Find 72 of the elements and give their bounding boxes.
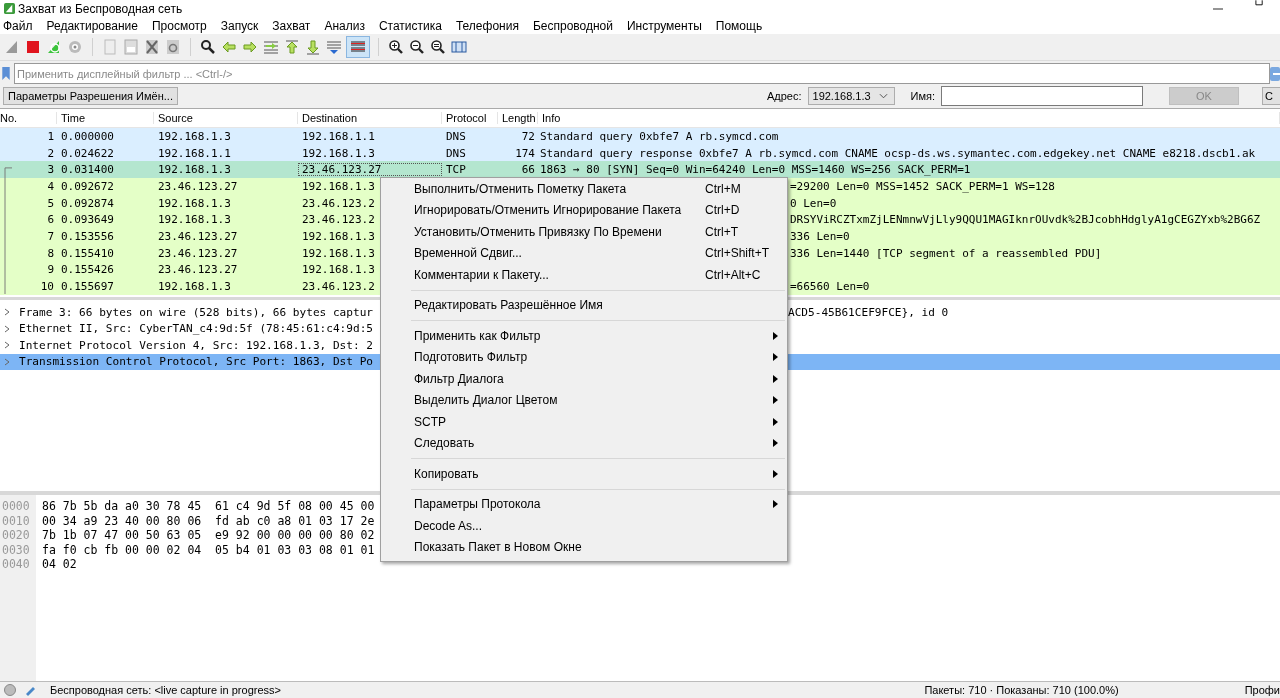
table-cell: 0.092672 (61, 179, 114, 193)
offset-label: 0030 (1, 542, 30, 557)
hex-bytes: 86 7b 5b da a0 30 78 45 61 c4 9d 5f 08 00 45 00 (42, 499, 375, 513)
table-cell: 4 (47, 179, 54, 193)
table-cell: 0 Len=0 (790, 196, 837, 210)
table-cell: 192.168.1.3 (302, 146, 375, 160)
table-cell: 23.46.123.27 (158, 263, 238, 277)
table-cell: 0.093649 (61, 213, 114, 227)
table-cell: 23.46.123.2 (302, 196, 375, 210)
hex-bytes: 04 02 (42, 557, 77, 571)
table-cell: 7 (47, 229, 54, 243)
table-cell: 0.024622 (61, 146, 114, 160)
table-cell: =66560 Len=0 (790, 280, 870, 294)
table-cell: 174 (515, 146, 535, 160)
address-label: Адрес: (766, 90, 802, 102)
table-cell: DNS (446, 146, 466, 160)
hex-bytes: fa f0 cb fb 00 00 02 04 05 b4 01 03 03 08 01 01 (42, 542, 375, 557)
offset-label: 0020 (1, 528, 30, 542)
table-cell: 9 (47, 263, 54, 277)
table-cell: 72 (521, 129, 535, 143)
table-cell: 192.168.1.3 (302, 246, 375, 260)
offset-label: 0040 (1, 557, 30, 571)
table-cell: =29200 Len=0 MSS=1452 SACK_PERM=1 WS=128 (790, 179, 1055, 193)
packet-count: Пакеты: 710 · Показаны: 710 (100.0%) (924, 684, 1119, 696)
table-cell: 23.46.123.27 (158, 246, 238, 260)
table-cell: 5 (47, 196, 54, 210)
table-cell: 192.168.1.3 (158, 163, 231, 177)
table-cell: 0.155697 (61, 280, 114, 294)
table-cell: 192.168.1.3 (158, 196, 231, 210)
table-cell: 336 Len=0 (790, 229, 850, 243)
table-cell: 23.46.123.27 (158, 229, 238, 243)
table-cell: 1863 → 80 [SYN] Seq=0 Win=64240 Len=0 MSS=1460 WS=256 SACK_PERM=1 (540, 163, 971, 177)
table-cell: 0.153556 (61, 229, 114, 243)
table-cell: 192.168.1.3 (158, 129, 231, 143)
table-cell: 0.031400 (61, 163, 114, 177)
table-cell: DRSYViRCZTxmZjLENmnwVjLly9QQU1MAGIknrOUvdk%2BJcobhHdglyA1gCEGZYxb%2BG6Z (790, 213, 1261, 227)
table-cell: 23.46.123.27 (158, 179, 238, 193)
table-cell: 2 (47, 146, 54, 160)
table-cell: 192.168.1.1 (158, 146, 231, 160)
table-cell: 192.168.1.3 (302, 229, 375, 243)
table-cell: 0.092874 (61, 196, 114, 210)
table-cell: Standard query 0xbfe7 A rb.symcd.com (540, 129, 779, 143)
table-cell: 66 (521, 163, 535, 177)
table-cell: 3 (47, 163, 54, 177)
table-cell: 23.46.123.2 (302, 280, 375, 294)
status-text: Беспроводная сеть: <live capture in progress> (50, 684, 281, 696)
tree-text: ACD5-45B61CEF9FCE}, id 0 (788, 305, 949, 319)
table-cell: 192.168.1.3 (158, 213, 231, 227)
table-cell: 0.155410 (61, 246, 114, 260)
table-cell: Standard query response 0xbfe7 A rb.symcd.com CNAME ocsp-ds.ws.symantec.com.edgekey.net CNAME e8218.dscb1.ak (540, 146, 1256, 160)
table-cell: 192.168.1.1 (302, 129, 375, 143)
offset-label: 0000 (1, 499, 30, 513)
hex-bytes: 00 34 a9 23 40 00 80 06 fd ab c0 a8 01 03 17 2e (42, 513, 375, 528)
table-cell: DNS (446, 129, 466, 143)
table-cell: 192.168.1.3 (302, 263, 375, 277)
table-cell: 23.46.123.2 (302, 213, 375, 227)
window-title: Захват из Беспроводная сеть (18, 1, 183, 16)
table-cell: 6 (47, 213, 54, 227)
name-label: Имя: (910, 90, 935, 102)
table-cell: 0.155426 (61, 263, 114, 277)
table-cell: 8 (47, 246, 54, 260)
table-cell: 192.168.1.3 (302, 179, 375, 193)
table-cell: 336 Len=1440 [TCP segment of a reassembled PDU] (790, 246, 1102, 260)
table-cell: TCP (446, 163, 466, 177)
table-cell: 192.168.1.3 (158, 280, 231, 294)
table-cell: 1 (47, 129, 54, 143)
table-cell: 10 (40, 280, 54, 294)
hex-bytes: 7b 1b 07 47 00 50 63 05 e9 92 00 00 00 00 80 02 (42, 528, 375, 542)
table-cell: 23.46.123.27 (302, 163, 382, 177)
offset-label: 0010 (1, 513, 30, 528)
profile-label: Профи (1244, 684, 1280, 696)
table-cell: 0.000000 (61, 129, 114, 143)
